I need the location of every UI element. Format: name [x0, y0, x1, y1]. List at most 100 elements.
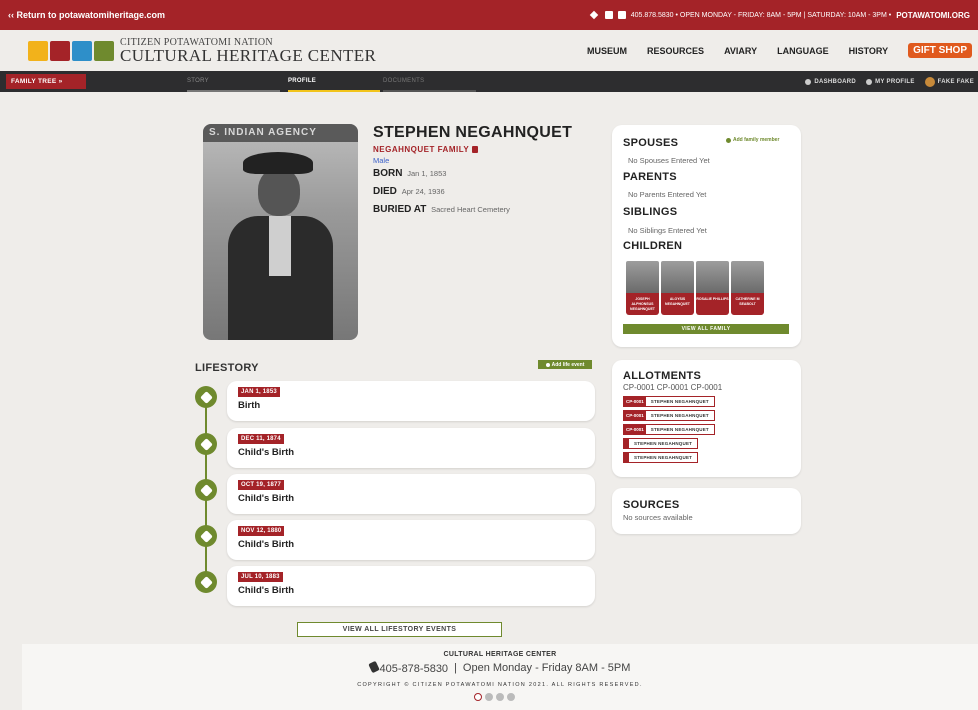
- allotments-card: ALLOTMENTS CP-0001 CP-0001 CP-0001 CP-00…: [612, 360, 801, 477]
- social-icon[interactable]: [474, 693, 482, 701]
- event-type: Birth: [238, 400, 261, 411]
- view-all-lifestory-button[interactable]: VIEW ALL LIFESTORY EVENTS: [297, 622, 502, 637]
- user-icon: [866, 78, 873, 85]
- brand-logo[interactable]: CITIZEN POTAWATOMI NATION CULTURAL HERIT…: [28, 37, 377, 65]
- parents-heading: PARENTS: [623, 171, 677, 183]
- child-card[interactable]: JOSEPH ALPHONSUS NEGAHNQUET: [626, 261, 659, 315]
- social-icon[interactable]: [507, 693, 515, 701]
- timeline-event[interactable]: JUL 10, 1883 Child's Birth: [227, 566, 595, 606]
- allotment-row[interactable]: STEPHEN NEGAHNQUET: [623, 438, 699, 449]
- allotment-codes: CP-0001 CP-0001 CP-0001: [623, 383, 723, 392]
- event-date: DEC 11, 1874: [238, 434, 284, 444]
- nav-museum[interactable]: MUSEUM: [587, 46, 627, 56]
- buried-label: BURIED AT: [373, 204, 427, 215]
- children-heading: CHILDREN: [623, 240, 683, 252]
- siblings-heading: SIBLINGS: [623, 206, 678, 218]
- baby-icon: [195, 386, 217, 408]
- dashboard-link[interactable]: DASHBOARD: [805, 78, 856, 85]
- trash-icon[interactable]: [472, 146, 479, 153]
- timeline-event[interactable]: JAN 1, 1853 Birth: [227, 381, 595, 421]
- user-name: FAKE FAKE: [937, 78, 974, 85]
- add-family-member-label: Add family member: [733, 137, 780, 143]
- died-fact: DIED Apr 24, 1936: [373, 186, 445, 197]
- portrait-sign: S. INDIAN AGENCY: [203, 124, 358, 142]
- buried-fact: BURIED AT Sacred Heart Cemetery: [373, 204, 510, 215]
- footer-phone[interactable]: 405-878-5830: [380, 663, 449, 675]
- children-list: JOSEPH ALPHONSUS NEGAHNQUET ALOYSIS NEGA…: [626, 261, 764, 315]
- child-card[interactable]: ROSALIE PHILLIPS: [696, 261, 729, 315]
- allotment-code: CP-0001: [624, 425, 646, 434]
- tab-story[interactable]: STORY: [187, 71, 280, 92]
- child-card[interactable]: CATHERINE M SEABOLT: [731, 261, 764, 315]
- my-profile-label: MY PROFILE: [875, 78, 915, 85]
- baby-icon: [195, 571, 217, 593]
- social-icon[interactable]: [485, 693, 493, 701]
- user-menu[interactable]: FAKE FAKE: [924, 76, 974, 87]
- site-header: CITIZEN POTAWATOMI NATION CULTURAL HERIT…: [0, 30, 978, 71]
- add-life-event-button[interactable]: Add life event: [538, 360, 592, 369]
- sources-card: SOURCES No sources available: [612, 488, 801, 534]
- plus-icon: [545, 362, 550, 367]
- user-links: DASHBOARD MY PROFILE FAKE FAKE: [805, 71, 974, 92]
- my-profile-link[interactable]: MY PROFILE: [866, 78, 915, 85]
- tab-profile[interactable]: PROFILE: [288, 71, 380, 92]
- nav-language[interactable]: LANGUAGE: [777, 46, 829, 56]
- allotment-name: STEPHEN NEGAHNQUET: [650, 413, 709, 418]
- timeline-event[interactable]: DEC 11, 1874 Child's Birth: [227, 428, 595, 468]
- allotment-name: STEPHEN NEGAHNQUET: [634, 441, 693, 446]
- brand-line2: CULTURAL HERITAGE CENTER: [120, 45, 377, 65]
- child-photo: [626, 261, 659, 293]
- phone-icon: [617, 11, 626, 19]
- spouses-text: No Spouses Entered Yet: [628, 156, 710, 165]
- profile-portrait: S. INDIAN AGENCY: [203, 124, 358, 340]
- event-date: NOV 12, 1880: [238, 526, 285, 536]
- return-link[interactable]: ‹‹ Return to potawatomiheritage.com: [8, 10, 165, 20]
- event-type: Child's Birth: [238, 585, 295, 596]
- allotment-row[interactable]: CP-0001 STEPHEN NEGAHNQUET: [623, 410, 715, 421]
- nav-gift-shop[interactable]: GIFT SHOP: [908, 43, 972, 58]
- born-value: Jan 1, 1853: [407, 169, 447, 178]
- site-link[interactable]: POTAWATOMI.ORG: [896, 11, 970, 20]
- add-life-event-label: Add life event: [551, 361, 585, 368]
- family-tree-nav: FAMILY TREE » STORY PROFILE DOCUMENTS DA…: [0, 71, 978, 92]
- baby-icon: [195, 479, 217, 501]
- family-tree-button[interactable]: FAMILY TREE »: [6, 74, 86, 89]
- mail-icon[interactable]: [604, 11, 613, 19]
- baby-icon: [195, 525, 217, 547]
- dashboard-icon: [805, 78, 812, 85]
- footer-copyright: COPYRIGHT © CITIZEN POTAWATOMI NATION 20…: [357, 682, 643, 688]
- timeline-event[interactable]: NOV 12, 1880 Child's Birth: [227, 520, 595, 560]
- sources-heading: SOURCES: [623, 499, 680, 511]
- allotment-row[interactable]: STEPHEN NEGAHNQUET: [623, 452, 699, 463]
- add-family-member-button[interactable]: Add family member: [726, 137, 779, 143]
- plus-icon: [726, 137, 731, 143]
- spouses-heading: SPOUSES: [623, 137, 679, 149]
- nav-aviary[interactable]: AVIARY: [724, 46, 757, 56]
- child-card[interactable]: ALOYSIS NEGAHNQUET: [661, 261, 694, 315]
- contact-info: 405.878.5830 • OPEN MONDAY - FRIDAY: 8AM…: [589, 10, 970, 20]
- allotment-row[interactable]: CP-0001 STEPHEN NEGAHNQUET: [623, 424, 715, 435]
- allotment-code: CP-0001: [624, 397, 646, 406]
- child-name: CATHERINE M SEABOLT: [731, 293, 764, 315]
- tab-documents[interactable]: DOCUMENTS: [383, 71, 476, 92]
- parents-text: No Parents Entered Yet: [628, 190, 707, 199]
- buried-value: Sacred Heart Cemetery: [431, 205, 510, 214]
- child-name: ALOYSIS NEGAHNQUET: [661, 293, 694, 315]
- timeline-event[interactable]: OCT 19, 1877 Child's Birth: [227, 474, 595, 514]
- view-all-family-button[interactable]: VIEW ALL FAMILY: [623, 324, 789, 334]
- nav-resources[interactable]: RESOURCES: [647, 46, 704, 56]
- social-icon[interactable]: [496, 693, 504, 701]
- event-date: OCT 19, 1877: [238, 480, 285, 490]
- allotment-name: STEPHEN NEGAHNQUET: [650, 427, 709, 432]
- phone-icon: [367, 660, 380, 674]
- died-value: Apr 24, 1936: [401, 187, 445, 196]
- born-fact: BORN Jan 1, 1853: [373, 168, 446, 179]
- siblings-text: No Siblings Entered Yet: [628, 226, 707, 235]
- location-icon[interactable]: [589, 10, 598, 20]
- event-type: Child's Birth: [238, 493, 295, 504]
- nav-history[interactable]: HISTORY: [849, 46, 889, 56]
- allotment-row[interactable]: CP-0001 STEPHEN NEGAHNQUET: [623, 396, 715, 407]
- lifestory-title: LIFESTORY: [195, 362, 259, 374]
- main-nav: MUSEUM RESOURCES AVIARY LANGUAGE HISTORY…: [587, 43, 972, 58]
- family-name[interactable]: NEGAHNQUET FAMILY: [373, 145, 479, 154]
